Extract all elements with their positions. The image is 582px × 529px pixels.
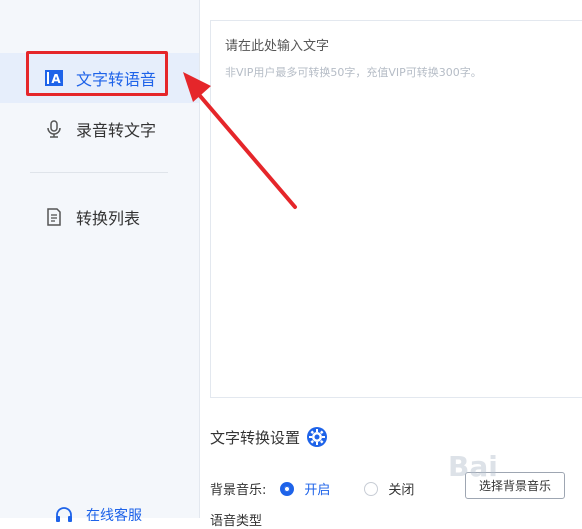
document-list-icon bbox=[44, 207, 64, 227]
text-to-speech-icon: A bbox=[44, 68, 64, 88]
sidebar-item-label: 录音转文字 bbox=[76, 121, 157, 140]
svg-text:A: A bbox=[51, 72, 61, 86]
voice-type-row: 语音类型 bbox=[210, 510, 262, 529]
settings-title-label: 文字转换设置 bbox=[210, 428, 301, 447]
sidebar-item-speech-to-text[interactable]: 录音转文字 bbox=[0, 104, 199, 154]
text-limit-hint: 非VIP用户最多可转换50字，充值VIP可转换300字。 bbox=[225, 66, 482, 79]
background-music-label: 背景音乐: bbox=[210, 483, 267, 498]
settings-title: 文字转换设置 bbox=[210, 426, 328, 448]
background-music-row: 背景音乐: 开启 关闭 bbox=[210, 479, 414, 498]
sidebar-item-label: 转换列表 bbox=[76, 209, 141, 228]
headset-icon bbox=[54, 505, 74, 525]
sidebar-item-label: 文字转语音 bbox=[76, 70, 157, 89]
text-input-placeholder: 请在此处输入文字 bbox=[225, 39, 330, 54]
select-background-music-button[interactable]: 选择背景音乐 bbox=[465, 472, 565, 499]
text-input-area[interactable]: 请在此处输入文字 非VIP用户最多可转换50字，充值VIP可转换300字。 bbox=[210, 20, 582, 398]
gear-icon[interactable] bbox=[306, 426, 328, 448]
sidebar-divider bbox=[30, 172, 168, 173]
bgm-off-radio[interactable] bbox=[364, 481, 379, 496]
online-service-label: 在线客服 bbox=[86, 508, 142, 524]
bgm-off-label[interactable]: 关闭 bbox=[388, 479, 414, 498]
sidebar: A 文字转语音 录音转文字 转换列表 在线客服 bbox=[0, 0, 200, 524]
bgm-on-radio[interactable] bbox=[280, 481, 295, 496]
online-service-link[interactable]: 在线客服 bbox=[54, 505, 142, 525]
bgm-on-label[interactable]: 开启 bbox=[304, 479, 330, 498]
sidebar-item-conversion-list[interactable]: 转换列表 bbox=[0, 192, 199, 242]
sidebar-item-text-to-speech[interactable]: A 文字转语音 bbox=[0, 53, 199, 103]
microphone-icon bbox=[44, 119, 64, 139]
voice-type-label: 语音类型 bbox=[210, 514, 263, 529]
